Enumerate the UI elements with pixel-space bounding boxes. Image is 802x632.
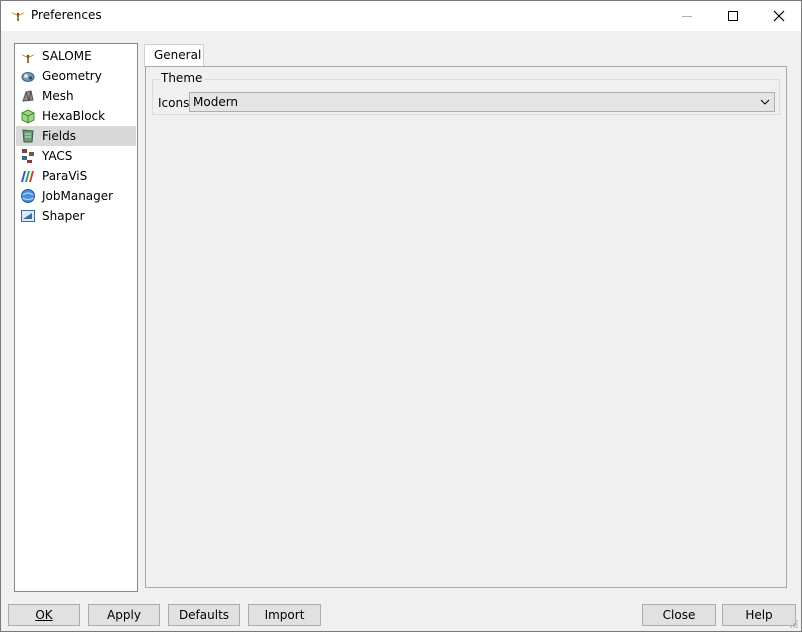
- window-title: Preferences: [31, 8, 102, 22]
- sidebar-item-paravis[interactable]: ParaViS: [16, 166, 136, 186]
- defaults-button-label: Defaults: [178, 608, 230, 622]
- import-button-label: Import: [264, 608, 305, 622]
- minimize-button[interactable]: [664, 1, 710, 31]
- close-button-label: Close: [662, 608, 696, 622]
- resize-grip-icon[interactable]: [789, 619, 799, 629]
- select-value: Modern: [193, 95, 239, 109]
- tab-general[interactable]: General: [144, 44, 204, 67]
- title-bar: Preferences: [1, 1, 801, 31]
- apply-button[interactable]: Apply: [88, 604, 160, 626]
- module-list: SALOME Geometry Mesh HexaBlock Fields YA…: [14, 43, 138, 592]
- sidebar-item-label: ParaViS: [42, 169, 88, 183]
- close-window-button[interactable]: [756, 1, 802, 31]
- sidebar-item-mesh[interactable]: Mesh: [16, 86, 136, 106]
- sidebar-item-label: Mesh: [42, 89, 74, 103]
- sidebar-item-label: SALOME: [42, 49, 92, 63]
- salome-icon: [21, 54, 35, 63]
- tab-label: General: [154, 48, 202, 62]
- sidebar-item-label: Shaper: [42, 209, 85, 223]
- shaper-icon: [21, 210, 35, 222]
- ok-button[interactable]: OK: [8, 604, 80, 626]
- help-button[interactable]: Help: [722, 604, 796, 626]
- paravis-icon: [21, 171, 34, 182]
- sidebar-item-hexablock[interactable]: HexaBlock: [16, 106, 136, 126]
- sidebar-item-label: JobManager: [42, 189, 114, 203]
- preferences-window: Preferences SALOME Geometry Mesh HexaBlo…: [0, 0, 802, 632]
- close-icon: [773, 10, 785, 22]
- sidebar-item-jobmanager[interactable]: JobManager: [16, 186, 136, 206]
- minimize-icon: [682, 16, 692, 17]
- sidebar-item-label: Geometry: [42, 69, 102, 83]
- theme-group: Theme Icons Modern: [152, 71, 780, 115]
- general-tab-panel: Theme Icons Modern: [145, 66, 787, 588]
- ok-button-label: OK: [35, 608, 53, 622]
- sidebar-item-label: YACS: [42, 149, 73, 163]
- chevron-down-icon: [760, 99, 770, 105]
- apply-button-label: Apply: [107, 608, 141, 622]
- icons-label: Icons: [158, 96, 190, 110]
- fields-icon: [22, 129, 34, 143]
- close-button[interactable]: Close: [642, 604, 716, 626]
- hexablock-icon: [21, 109, 35, 124]
- yacs-icon: [22, 149, 34, 163]
- defaults-button[interactable]: Defaults: [168, 604, 240, 626]
- salome-app-icon: [11, 12, 25, 21]
- sidebar-item-salome[interactable]: SALOME: [16, 46, 136, 66]
- maximize-icon: [728, 11, 738, 21]
- icons-theme-select[interactable]: Modern: [189, 92, 775, 112]
- sidebar-item-label: HexaBlock: [42, 109, 106, 123]
- mesh-icon: [22, 90, 34, 102]
- geometry-icon: [21, 72, 35, 82]
- sidebar-item-label: Fields: [42, 129, 76, 143]
- sidebar-item-fields[interactable]: Fields: [16, 126, 136, 146]
- sidebar-item-shaper[interactable]: Shaper: [16, 206, 136, 226]
- help-button-label: Help: [745, 608, 773, 622]
- group-title: Theme: [159, 71, 205, 85]
- jobmanager-icon: [21, 189, 35, 203]
- sidebar-item-yacs[interactable]: YACS: [16, 146, 136, 166]
- import-button[interactable]: Import: [248, 604, 321, 626]
- sidebar-item-geometry[interactable]: Geometry: [16, 66, 136, 86]
- maximize-button[interactable]: [710, 1, 756, 31]
